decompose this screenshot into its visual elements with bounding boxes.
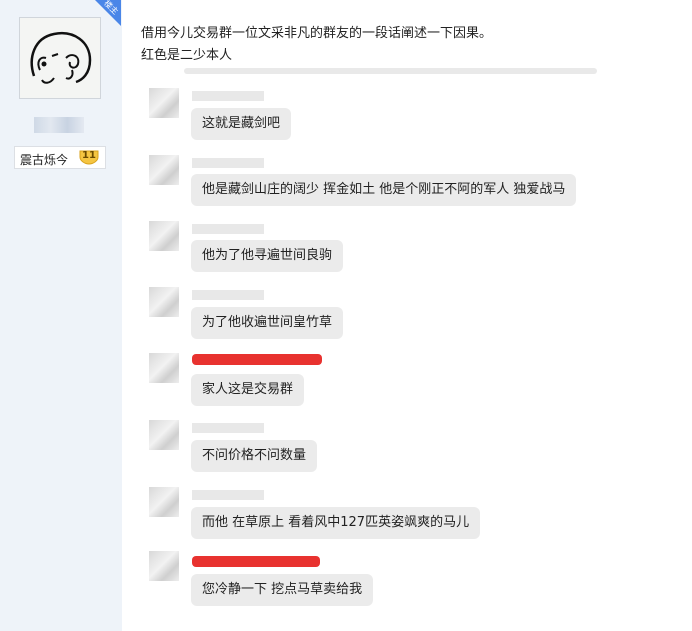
chat-avatar: [149, 287, 179, 317]
screenshot-divider: [184, 68, 597, 74]
chat-name-highlight: [192, 354, 322, 365]
chat-name-blurred: [192, 423, 264, 433]
chat-avatar: [149, 155, 179, 185]
chat-avatar: [149, 420, 179, 450]
chat-name-blurred: [192, 91, 264, 101]
chat-name-blurred: [192, 224, 264, 234]
username[interactable]: 震古烁今: [20, 151, 68, 168]
level-number: 11: [82, 150, 96, 161]
post-text-line-2: 红色是二少本人: [141, 48, 233, 63]
chat-avatar: [149, 353, 179, 383]
post-text-line-1: 借用今儿交易群一位文采非凡的群友的一段话阐述一下因果。: [141, 26, 493, 41]
chat-bubble: 您冷静一下 挖点马草卖给我: [191, 574, 374, 606]
blurred-username: [34, 117, 84, 133]
chat-bubble: 他为了他寻遍世间良驹: [191, 240, 344, 272]
chat-bubble: 这就是藏剑吧: [191, 108, 292, 140]
chat-bubble: 为了他收遍世间皇竹草: [191, 307, 344, 339]
chat-bubble: 而他 在草原上 看着风中127匹英姿飒爽的马儿: [191, 507, 481, 539]
chat-avatar: [149, 88, 179, 118]
avatar[interactable]: [19, 17, 101, 99]
chat-avatar: [149, 487, 179, 517]
user-sidebar: 震古烁今 11: [0, 0, 122, 631]
chat-bubble: 不问价格不问数量: [191, 440, 318, 472]
level-badge: 11: [79, 149, 99, 165]
chat-name-highlight: [192, 556, 320, 567]
chat-bubble: 他是藏剑山庄的阔少 挥金如土 他是个刚正不阿的军人 独爱战马: [191, 174, 577, 206]
avatar-doodle-icon: [30, 31, 92, 84]
chat-name-blurred: [192, 158, 264, 168]
chat-bubble: 家人这是交易群: [191, 374, 305, 406]
chat-name-blurred: [192, 490, 264, 500]
user-tag[interactable]: 震古烁今 11: [14, 146, 106, 169]
chat-name-blurred: [192, 290, 264, 300]
chat-avatar: [149, 551, 179, 581]
chat-avatar: [149, 221, 179, 251]
